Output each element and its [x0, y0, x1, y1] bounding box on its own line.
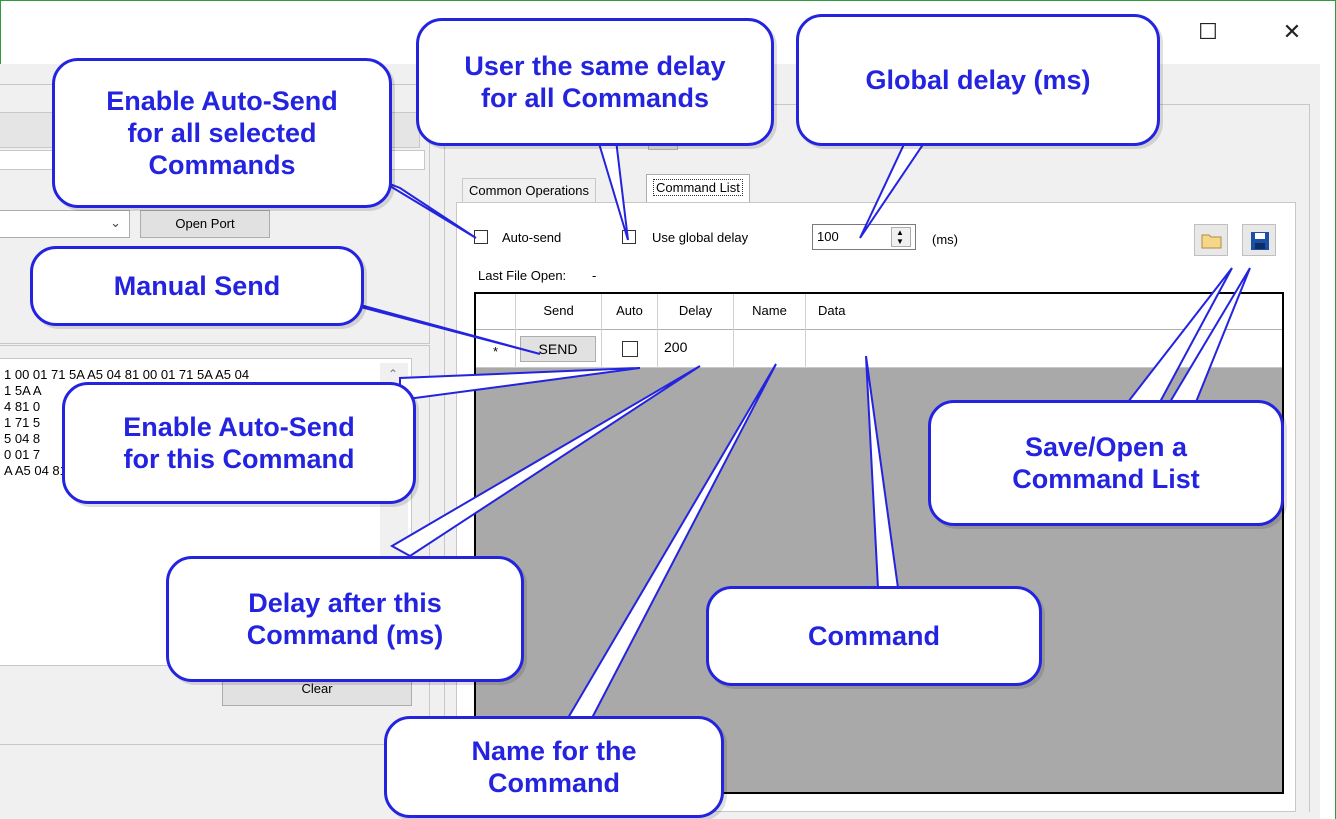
- callout-command: Command: [706, 586, 1042, 686]
- pointer-enable-this: [399, 367, 641, 402]
- callout-save-open: Save/Open a Command List: [928, 400, 1284, 526]
- callout-enable-auto-send-this: Enable Auto-Send for this Command: [62, 382, 416, 504]
- callout-manual-send: Manual Send: [30, 246, 364, 326]
- callout-enable-auto-send-all: Enable Auto-Send for all selected Commands: [52, 58, 392, 208]
- pointer-enable-all: [379, 179, 477, 239]
- callout-name-for: Name for the Command: [384, 716, 724, 818]
- callout-global-delay: Global delay (ms): [796, 14, 1160, 146]
- pointer-same-delay: [596, 139, 629, 241]
- pointer-global-delay: [859, 139, 928, 239]
- pointer-command: [865, 355, 900, 589]
- callout-same-delay: User the same delay for all Commands: [416, 18, 774, 146]
- callout-delay-after: Delay after this Command (ms): [166, 556, 524, 682]
